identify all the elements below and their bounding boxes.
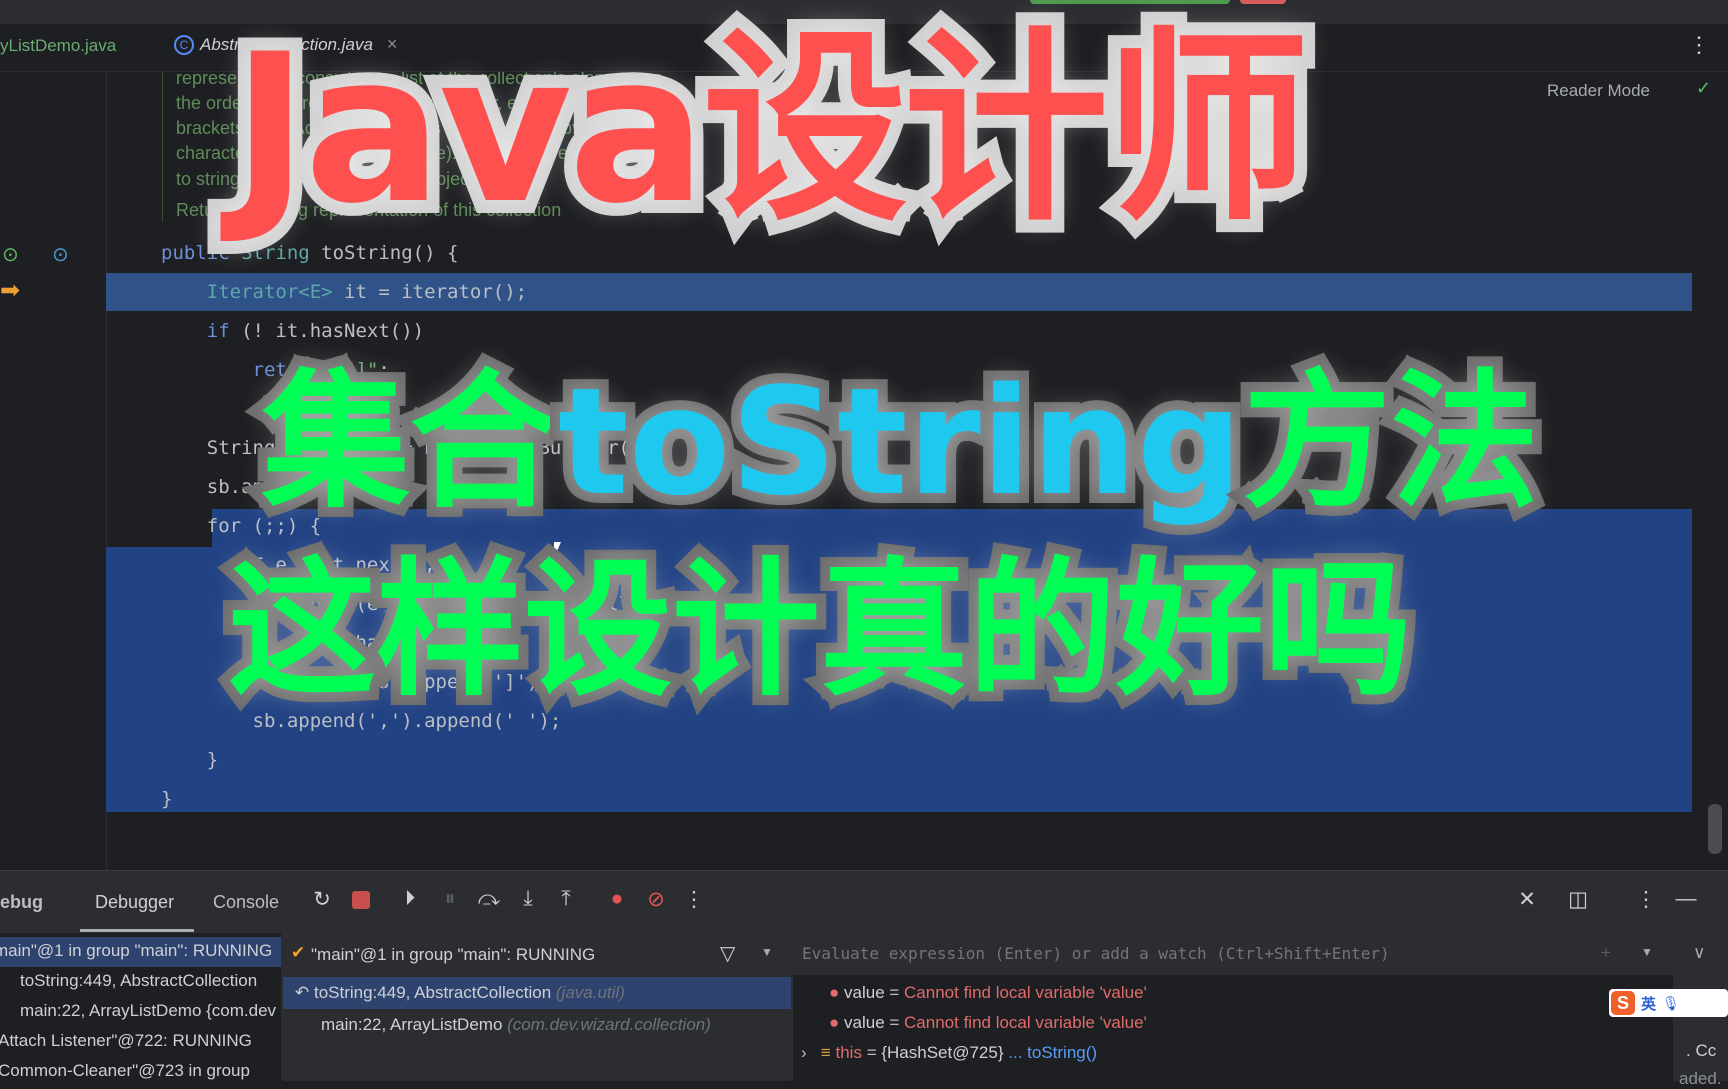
error-icon: ● <box>829 1013 840 1032</box>
mic-icon[interactable]: 🎙 <box>1662 995 1680 1012</box>
title-bar <box>0 0 1728 24</box>
code-line: } <box>161 749 219 771</box>
stop-widget[interactable] <box>1240 0 1286 4</box>
ime-toolbar[interactable]: S 英 🎙 <box>1609 989 1728 1017</box>
doc-line: characters ", " (comma and space). Eleme… <box>176 143 652 163</box>
rerun-icon[interactable]: ↻ <box>310 887 334 912</box>
variables-pane: + ▼ ∨ ● value = Cannot find local variab… <box>793 933 1728 1088</box>
code-editor[interactable]: representation consists of a list of the… <box>0 72 1728 870</box>
thread-selector[interactable]: "main"@1 in group "main": RUNNING <box>311 945 595 965</box>
field-icon: ≡ <box>820 1043 831 1062</box>
return-icon: ↶ <box>295 983 314 1002</box>
dropdown-icon[interactable]: ▼ <box>761 945 773 959</box>
more-icon[interactable]: ⋮ <box>1634 887 1658 912</box>
view-breakpoints-icon[interactable]: ● <box>605 887 629 911</box>
layout-icon[interactable]: ◫ <box>1566 887 1590 912</box>
check-icon: ✓ <box>1696 78 1712 98</box>
variable-row[interactable]: › ≡ this = {HashSet@725} ... toString() <box>801 1043 1097 1063</box>
debug-title: ebug <box>0 892 43 912</box>
code-line: if (! it.hasNext()) <box>161 320 425 342</box>
selection <box>212 509 1692 547</box>
thread-item[interactable]: main"@1 in group "main": RUNNING <box>0 941 272 961</box>
override-icon[interactable]: ⊙ <box>2 242 19 267</box>
execution-point-arrow-icon: ➡ <box>0 277 21 304</box>
sogou-logo: S <box>1611 991 1635 1015</box>
scrollbar[interactable] <box>1708 804 1722 854</box>
code-line: if (! it.hasNext()) <box>161 632 470 654</box>
code-line: for (;;) { <box>161 515 322 537</box>
code-line: return sb.append(']').toString(); <box>161 671 676 693</box>
implementation-icon[interactable]: ⊙ <box>52 242 69 267</box>
frame-item[interactable]: main:22, ArrayListDemo {com.dev <box>20 1001 276 1021</box>
tab-debugger[interactable]: Debugger <box>95 892 174 913</box>
expand-icon[interactable]: ∨ <box>1693 943 1705 963</box>
tab-abstractcollection[interactable]: C AbstractCollection.java × <box>174 34 397 55</box>
code-line: E e = it.next(); <box>161 554 436 576</box>
side-text: aded. <box>1679 1069 1722 1088</box>
stop-icon[interactable] <box>352 891 370 909</box>
thread-item[interactable]: Attach Listener"@722: RUNNING <box>0 1031 252 1051</box>
frame-row[interactable]: ↶ toString:449, AbstractCollection (java… <box>295 983 625 1003</box>
tab-arraylistdemo[interactable]: yListDemo.java <box>0 36 116 56</box>
variable-row[interactable]: ● value = Cannot find local variable 'va… <box>829 983 1147 1003</box>
editor-tabs: yListDemo.java C AbstractCollection.java… <box>0 24 1728 72</box>
doc-line: the order they are returned by its itera… <box>176 93 659 113</box>
step-into-icon[interactable]: ⤓ <box>516 887 540 911</box>
step-out-icon[interactable]: ⤒ <box>554 887 578 911</box>
close-icon[interactable]: ✕ <box>1515 887 1539 912</box>
doc-line: to strings as by String.valueOf(Object). <box>176 169 486 189</box>
threads-pane: main"@1 in group "main": RUNNING toStrin… <box>0 933 281 1081</box>
doc-line: Returns: a string representation of this… <box>176 200 562 220</box>
code-line: return "[]"; <box>161 359 390 381</box>
pause-icon[interactable]: ⏸ <box>438 887 462 911</box>
expand-arrow-icon: › <box>801 1043 821 1062</box>
step-over-icon[interactable]: ⤼ <box>477 887 501 911</box>
debug-panel: ebug Debugger Console ↻ ⏵ ⏸ ⤼ ⤓ ⤒ ● ⊘ ⋮ … <box>0 870 1728 1088</box>
code-line: sb.append(e == this ? "(this Collection)… <box>161 593 791 615</box>
side-text: . Cc <box>1686 1041 1717 1060</box>
code-line: sb.append(',').append(' '); <box>161 710 562 732</box>
variable-row[interactable]: ● value = Cannot find local variable 'va… <box>829 1013 1147 1033</box>
class-icon: C <box>174 34 194 55</box>
more-icon[interactable]: ⋮ <box>682 887 706 912</box>
doc-line: brackets ("[]"). Adjacent elements are s… <box>176 118 612 138</box>
code-line: Iterator<E> it = iterator(); <box>161 281 528 303</box>
filter-icon[interactable]: ▽ <box>720 941 735 966</box>
frames-pane: ✔ "main"@1 in group "main": RUNNING ▽ ▼ … <box>283 933 791 1081</box>
more-icon[interactable]: ⋮ <box>1688 32 1710 58</box>
check-icon: ✔ <box>291 943 306 962</box>
history-dropdown-icon[interactable]: ▼ <box>1641 945 1653 959</box>
mute-breakpoints-icon[interactable]: ⊘ <box>644 887 668 912</box>
frame-row[interactable]: main:22, ArrayListDemo (com.dev.wizard.c… <box>321 1015 711 1035</box>
add-watch-icon[interactable]: + <box>1601 943 1611 963</box>
code-line: public String toString() { <box>161 242 459 264</box>
code-line: } <box>161 788 173 810</box>
code-line: sb.append('['); <box>161 476 379 498</box>
error-icon: ● <box>829 983 840 1002</box>
tab-console[interactable]: Console <box>213 892 279 913</box>
close-icon[interactable]: × <box>387 34 398 55</box>
mouse-cursor <box>554 542 561 558</box>
evaluate-expression-input[interactable] <box>793 933 1673 973</box>
resume-icon[interactable]: ⏵ <box>398 887 422 911</box>
minimize-icon[interactable]: — <box>1674 887 1698 911</box>
doc-line: representation consists of a list of the… <box>176 72 663 88</box>
frame-item[interactable]: toString:449, AbstractCollection <box>20 971 257 991</box>
doc-border <box>162 72 163 222</box>
thread-item[interactable]: Common-Cleaner"@723 in group <box>0 1061 250 1081</box>
ime-language[interactable]: 英 <box>1641 993 1656 1014</box>
tab-label: AbstractCollection.java <box>200 34 373 54</box>
run-widget[interactable] <box>1030 0 1230 4</box>
active-tab-underline <box>80 929 194 932</box>
reader-mode-button[interactable]: Reader Mode <box>1547 81 1650 101</box>
code-line: StringBuilder sb = new StringBuilder(); <box>161 437 653 459</box>
